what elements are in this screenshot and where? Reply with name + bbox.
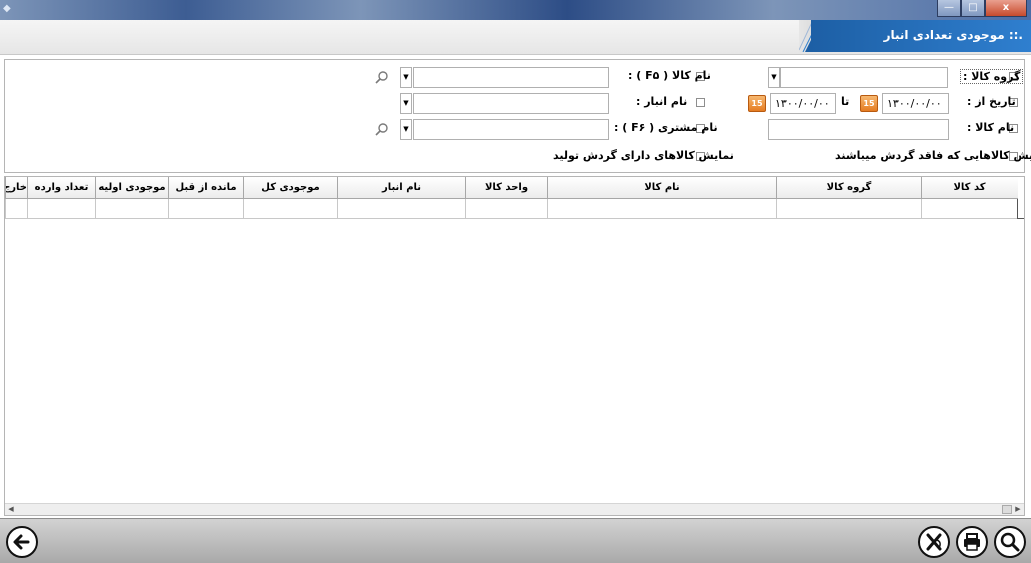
customer-dropdown-button[interactable]: ▼ (400, 119, 412, 140)
table-cell[interactable] (27, 199, 95, 219)
customer-input[interactable] (413, 119, 609, 140)
warehouse-input[interactable] (413, 93, 609, 114)
bottom-toolbar (0, 518, 1031, 563)
customer-search-icon[interactable] (375, 122, 389, 136)
product-name-input[interactable] (768, 119, 949, 140)
column-header[interactable]: موجودی کل (243, 177, 337, 199)
window-controls: — □ x (937, 0, 1027, 17)
warehouse-dropdown-button[interactable]: ▼ (400, 93, 412, 114)
scrollbar-thumb[interactable] (1002, 505, 1012, 514)
column-header[interactable]: خارج (5, 177, 27, 199)
search-button[interactable] (994, 526, 1026, 558)
back-button[interactable] (6, 526, 38, 558)
table-cell[interactable] (5, 199, 27, 219)
minimize-button[interactable]: — (937, 0, 961, 17)
product-f5-input[interactable] (413, 67, 609, 88)
product-f5-dropdown-button[interactable]: ▼ (400, 67, 412, 88)
grid-header: کد کالا گروه کالا نام کالا واحد کالا نام… (5, 177, 1018, 199)
column-header[interactable]: موجودی اولیه (95, 177, 168, 199)
date-from-calendar-icon[interactable]: 15 (860, 95, 878, 112)
window-titlebar: ◆ — □ x (0, 0, 1031, 20)
date-from-label: تاریخ از : (967, 95, 1016, 108)
column-header[interactable]: مانده از قبل (168, 177, 243, 199)
row-indicator (1017, 199, 1024, 219)
show-production-label: نمایش کالاهای دارای گردش تولید (553, 149, 734, 162)
date-from-input[interactable]: ۱۳۰۰/۰۰/۰۰ (882, 93, 949, 114)
hide-no-turnover-label: عدم نمایش کالاهایی که فاقد گردش میباشند (835, 149, 1031, 162)
export-excel-button[interactable] (918, 526, 950, 558)
filter-panel: گروه کالا : ▼ نام کالا ( F۵ ) : ▼ تاریخ … (4, 59, 1031, 173)
column-header[interactable]: تعداد وارده (27, 177, 95, 199)
print-button[interactable] (956, 526, 988, 558)
group-combo-input[interactable] (780, 67, 948, 88)
date-to-label: تا (841, 95, 850, 108)
back-icon (13, 534, 30, 550)
inventory-grid[interactable]: کد کالا گروه کالا نام کالا واحد کالا نام… (4, 176, 1025, 516)
group-label: گروه کالا : (960, 69, 1024, 84)
product-search-icon[interactable] (375, 70, 389, 84)
table-cell[interactable] (465, 199, 547, 219)
close-button[interactable]: x (985, 0, 1027, 17)
table-cell[interactable] (168, 199, 243, 219)
group-dropdown-button[interactable]: ▼ (768, 67, 780, 88)
page-title: .:: موجودی تعدادی انبار (883, 28, 1023, 42)
column-header[interactable]: واحد کالا (465, 177, 547, 199)
print-icon (964, 533, 980, 551)
date-to-calendar-icon[interactable]: 15 (748, 95, 766, 112)
table-cell[interactable] (776, 199, 921, 219)
column-header[interactable]: نام انبار (337, 177, 465, 199)
customer-label: نام مشتری ( F۶ ) : (614, 121, 718, 134)
excel-icon (926, 533, 942, 551)
table-cell[interactable] (547, 199, 776, 219)
column-header[interactable]: گروه کالا (776, 177, 921, 199)
warehouse-checkbox[interactable] (696, 98, 705, 107)
date-to-input[interactable]: ۱۳۰۰/۰۰/۰۰ (770, 93, 836, 114)
search-icon (1000, 532, 1020, 552)
table-cell[interactable] (921, 199, 1017, 219)
horizontal-scrollbar[interactable]: ◀ ▶ (5, 503, 1024, 515)
table-cell[interactable] (337, 199, 465, 219)
column-header[interactable]: نام کالا (547, 177, 776, 199)
column-header[interactable]: کد کالا (921, 177, 1017, 199)
product-name-label: نام کالا : (967, 121, 1015, 134)
product-f5-label: نام کالا ( F۵ ) : (628, 69, 711, 82)
app-icon: ◆ (3, 3, 11, 14)
table-cell[interactable] (95, 199, 168, 219)
scroll-left-arrow-icon[interactable]: ◀ (5, 504, 17, 515)
warehouse-label: نام انبار : (636, 95, 688, 108)
table-cell[interactable] (243, 199, 337, 219)
maximize-button[interactable]: □ (961, 0, 985, 17)
scroll-right-arrow-icon[interactable]: ▶ (1012, 504, 1024, 515)
